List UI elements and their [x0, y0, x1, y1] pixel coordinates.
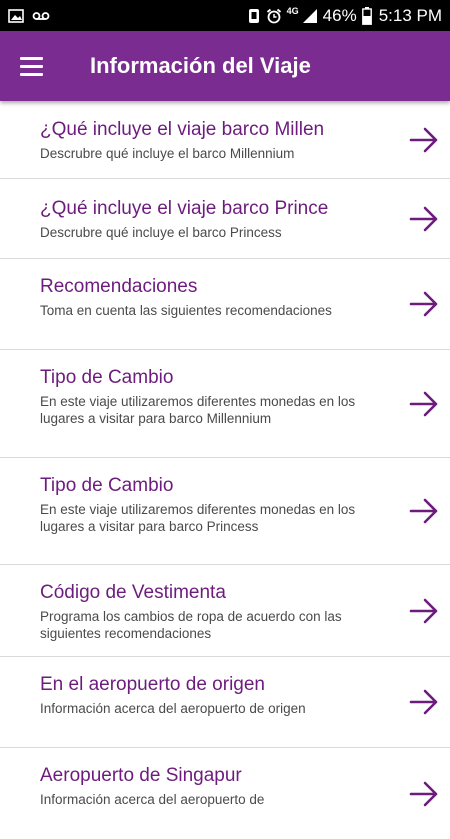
network-type: 4G: [286, 5, 299, 16]
item-description: Toma en cuenta las siguientes recomendac…: [40, 303, 332, 318]
item-description: En este viaje utilizaremos diferentes mo…: [40, 502, 356, 534]
item-title: Tipo de Cambio: [40, 475, 174, 496]
arrow-right-icon[interactable]: [408, 495, 440, 527]
item-description: Programa los cambios de ropa de acuerdo …: [40, 609, 342, 641]
signal-icon: [302, 8, 317, 23]
info-list: ¿Qué incluye el viaje barco Millen Descr…: [0, 101, 450, 839]
status-right: 4G 46% 5:13 PM: [247, 6, 442, 26]
item-description: Descrubre qué incluye el barco Princess: [40, 225, 282, 240]
arrow-right-icon[interactable]: [408, 778, 440, 810]
list-item[interactable]: Aeropuerto de Singapur Información acerc…: [0, 748, 450, 839]
hamburger-menu-icon[interactable]: [20, 46, 60, 86]
list-item[interactable]: Código de Vestimenta Programa los cambio…: [0, 565, 450, 657]
page-title: Información del Viaje: [90, 53, 311, 78]
clock: 5:13 PM: [378, 5, 442, 25]
app-bar: Información del Viaje: [0, 31, 450, 101]
item-description: Información acerca del aeropuerto de ori…: [40, 701, 306, 716]
arrow-right-icon[interactable]: [408, 288, 440, 320]
vibrate-icon: [248, 8, 259, 23]
list-item[interactable]: ¿Qué incluye el viaje barco Prince Descr…: [0, 179, 450, 259]
alarm-icon: [266, 8, 281, 23]
item-description: Descrubre qué incluye el barco Millenniu…: [40, 146, 295, 161]
arrow-right-icon[interactable]: [408, 388, 440, 420]
menu-line: [20, 72, 43, 76]
item-title: Tipo de Cambio: [40, 367, 174, 388]
arrow-right-icon[interactable]: [408, 203, 440, 235]
status-left: [8, 8, 50, 23]
item-title: ¿Qué incluye el viaje barco Millen: [40, 119, 325, 140]
list-item[interactable]: Recomendaciones Toma en cuenta las sigui…: [0, 259, 450, 350]
list-item[interactable]: En el aeropuerto de origen Información a…: [0, 657, 450, 748]
image-icon: [8, 8, 24, 23]
battery-icon: [361, 6, 372, 25]
list-item[interactable]: Tipo de Cambio En este viaje utilizaremo…: [0, 350, 450, 458]
arrow-right-icon[interactable]: [408, 686, 440, 718]
item-title: En el aeropuerto de origen: [40, 674, 265, 695]
item-title: Aeropuerto de Singapur: [40, 765, 242, 786]
item-title: ¿Qué incluye el viaje barco Prince: [40, 198, 329, 219]
list-item[interactable]: ¿Qué incluye el viaje barco Millen Descr…: [0, 101, 450, 179]
item-title: Código de Vestimenta: [40, 582, 226, 603]
status-bar: 4G 46% 5:13 PM: [0, 0, 450, 31]
voicemail-icon: [32, 11, 50, 20]
item-title: Recomendaciones: [40, 276, 198, 297]
battery-percentage: 46%: [322, 5, 357, 25]
arrow-right-icon[interactable]: [408, 595, 440, 627]
menu-line: [20, 64, 43, 68]
list-item[interactable]: Tipo de Cambio En este viaje utilizaremo…: [0, 458, 450, 565]
menu-line: [20, 56, 43, 60]
item-description: En este viaje utilizaremos diferentes mo…: [40, 394, 356, 426]
arrow-right-icon[interactable]: [408, 124, 440, 156]
